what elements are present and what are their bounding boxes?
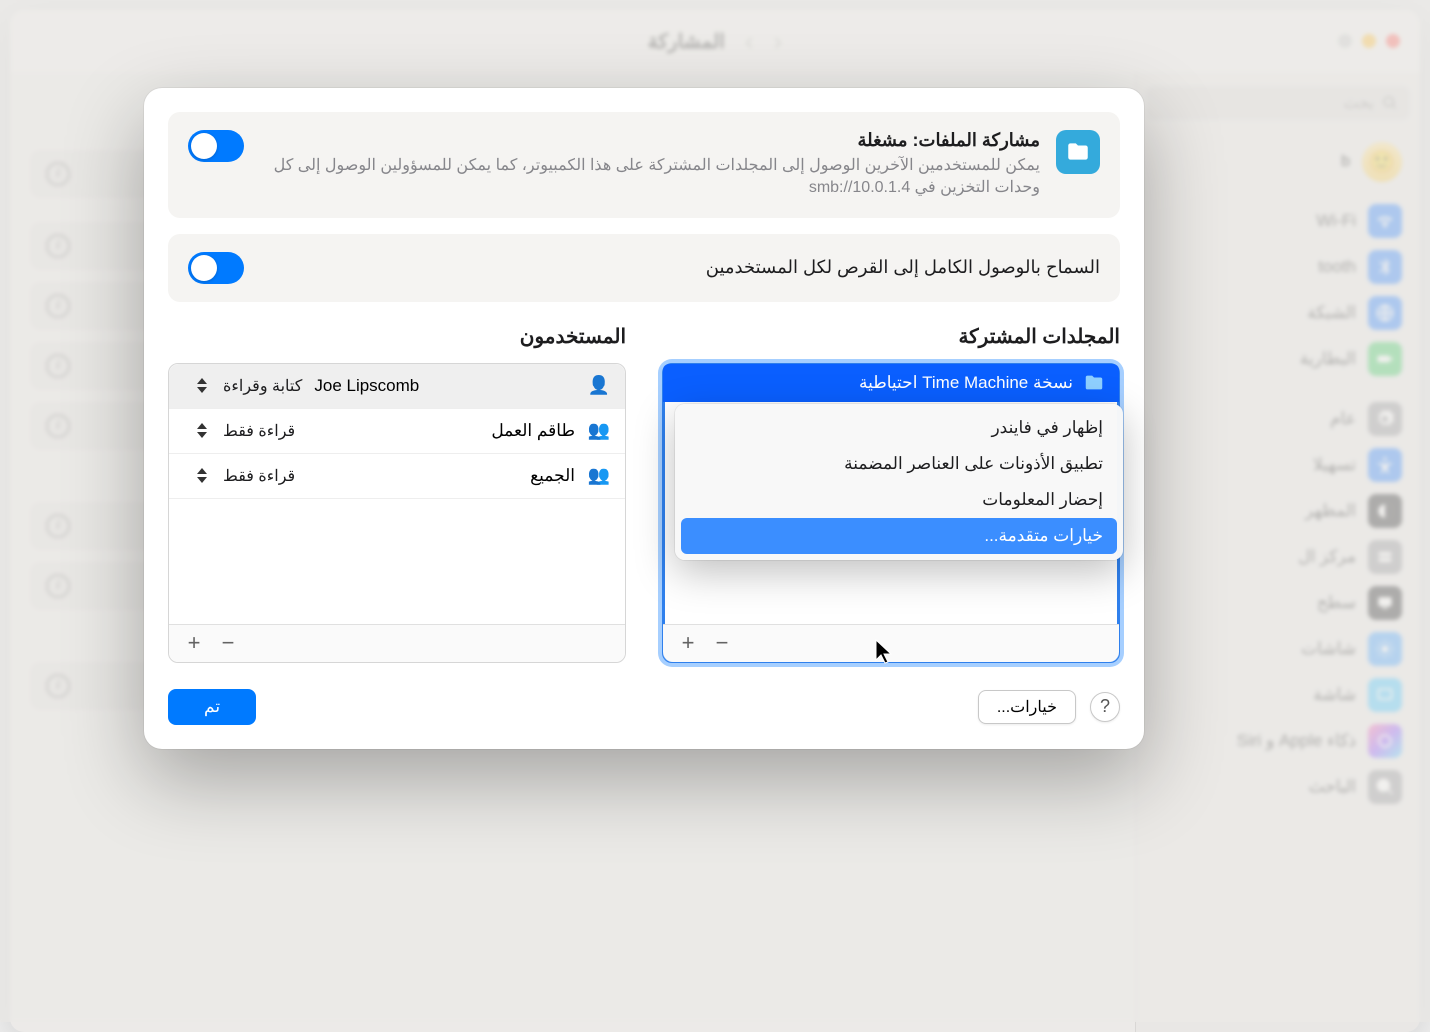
file-sharing-title: مشاركة الملفات: مشغلة [260,130,1040,151]
shared-folders-list[interactable]: نسخة Time Machine احتياطية إظهار في فاين… [662,363,1120,663]
file-sharing-section: مشاركة الملفات: مشغلة يمكن للمستخدمين ال… [168,112,1120,218]
users-column: المستخدمون 👤 Joe Lipscomb كتابة وقراءة 👥… [168,324,626,663]
person-icon: 👤 [587,375,611,396]
file-sharing-icon [1056,130,1100,174]
user-row[interactable]: 👥 الجميع قراءة فقط [169,454,625,499]
menu-advanced-options[interactable]: خيارات متقدمة... [681,518,1117,554]
options-button[interactable]: خيارات... [978,690,1076,724]
context-menu: إظهار في فايندر تطبيق الأذونات على العنا… [675,404,1123,560]
folder-row-selected[interactable]: نسخة Time Machine احتياطية [663,364,1119,402]
users-list[interactable]: 👤 Joe Lipscomb كتابة وقراءة 👥 طاقم العمل… [168,363,626,663]
help-button[interactable]: ? [1090,692,1120,722]
menu-show-in-finder[interactable]: إظهار في فايندر [681,410,1117,446]
folders-column: المجلدات المشتركة نسخة Time Machine احتي… [662,324,1120,663]
full-disk-label: السماح بالوصول الكامل إلى القرص لكل المس… [706,257,1100,278]
add-user-button[interactable]: + [179,630,209,656]
user-name: طاقم العمل [307,421,575,441]
permission-stepper[interactable] [193,374,211,398]
full-disk-section: السماح بالوصول الكامل إلى القرص لكل المس… [168,234,1120,302]
permission-label: قراءة فقط [223,466,295,486]
file-sharing-toggle[interactable] [188,130,244,162]
user-name: Joe Lipscomb [314,376,575,396]
folders-list-footer: + − [663,624,1119,662]
add-folder-button[interactable]: + [673,630,703,656]
remove-user-button[interactable]: − [213,630,243,656]
permission-stepper[interactable] [193,464,211,488]
permission-label: قراءة فقط [223,421,295,441]
file-sharing-sheet: مشاركة الملفات: مشغلة يمكن للمستخدمين ال… [144,88,1144,749]
columns: المجلدات المشتركة نسخة Time Machine احتي… [168,324,1120,663]
users-heading: المستخدمون [168,324,626,349]
remove-folder-button[interactable]: − [707,630,737,656]
everyone-icon: 👥 [587,465,611,486]
full-disk-toggle[interactable] [188,252,244,284]
user-row[interactable]: 👤 Joe Lipscomb كتابة وقراءة [169,364,625,409]
group-icon: 👥 [587,420,611,441]
permission-label: كتابة وقراءة [223,376,302,396]
user-row[interactable]: 👥 طاقم العمل قراءة فقط [169,409,625,454]
folders-heading: المجلدات المشتركة [662,324,1120,349]
folder-icon [1083,372,1105,394]
file-sharing-description: يمكن للمستخدمين الآخرين الوصول إلى المجل… [260,155,1040,200]
modal-footer: ? خيارات... تم [168,689,1120,725]
folder-name: نسخة Time Machine احتياطية [859,373,1073,393]
menu-get-info[interactable]: إحضار المعلومات [681,482,1117,518]
done-button[interactable]: تم [168,689,256,725]
user-name: الجميع [307,466,575,486]
users-list-footer: + − [169,624,625,662]
menu-apply-permissions[interactable]: تطبيق الأذونات على العناصر المضمنة [681,446,1117,482]
permission-stepper[interactable] [193,419,211,443]
